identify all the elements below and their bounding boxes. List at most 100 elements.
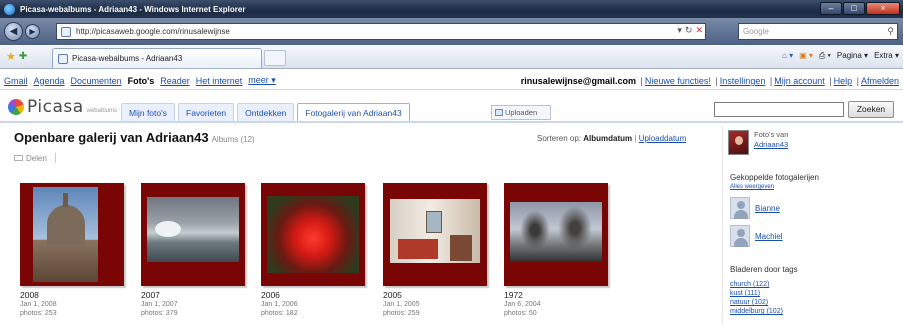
forward-button[interactable]: ▶ [25,24,40,39]
album-date: Jan 1, 2006 [261,301,298,308]
album-name[interactable]: 2006 [261,290,371,300]
avatar[interactable] [728,130,749,155]
browser-tab[interactable]: Picasa-webalbums - Adriaan43 [52,48,262,68]
linked-gallery-name[interactable]: Bianne [755,204,780,213]
favorites-star-icon[interactable]: ★ [6,50,16,63]
album-date: Jan 1, 2007 [141,301,178,308]
close-button[interactable]: × [866,2,900,15]
share-button[interactable]: Delen [14,153,56,163]
minimize-button[interactable]: – [820,2,842,15]
page-menu[interactable]: Pagina ▾ [837,51,868,61]
refresh-icon[interactable]: ↻ [685,25,693,36]
tag-link[interactable]: middelburg (102) [730,307,783,316]
picasa-logo-text: Picasa [27,97,84,117]
address-url[interactable]: http://picasaweb.google.com/rinusalewijn… [76,27,230,36]
tab-my-photos[interactable]: Mijn foto's [121,103,175,122]
search-icon[interactable]: ⚲ [887,24,894,39]
sort-options: Sorteren op: Albumdatum | Uploaddatum [537,134,687,143]
address-toolbar: ◀ ▶ http://picasaweb.google.com/rinusale… [0,18,903,45]
back-button[interactable]: ◀ [4,22,23,41]
new-tab-button[interactable] [264,50,286,66]
picasa-tabs: Mijn foto's Favorieten Ontdekken Fotogal… [121,103,410,122]
album-name[interactable]: 2008 [20,290,130,300]
gallery-title: Openbare galerij van Adriaan43 [14,130,209,145]
album-cover[interactable] [261,183,365,286]
upload-label: Uploaden [505,108,538,117]
tag-link[interactable]: natuur (102) [730,298,783,307]
album-card[interactable]: 2008 Jan 1, 2008 photos: 253 [20,183,130,318]
address-bar[interactable]: http://picasaweb.google.com/rinusalewijn… [56,23,706,40]
tab-gallery[interactable]: Fotogalerij van Adriaan43 [297,103,410,122]
add-favorites-icon[interactable]: ✚ [19,51,27,62]
album-cover[interactable] [20,183,124,286]
stop-icon[interactable]: ✕ [695,25,703,36]
linked-gallery-name[interactable]: Machiel [755,232,783,241]
gbar-link-more[interactable]: meer ▾ [248,75,276,86]
sign-out-link[interactable]: Afmelden [861,76,899,86]
tag-list: church (122) kust (111) natuur (102) mid… [730,280,783,316]
album-photo-count: photos: 50 [504,310,537,317]
tools-menu-label: Extra [874,51,893,60]
gbar-link-internet[interactable]: Het internet [196,76,243,86]
window-title: Picasa-webalbums - Adriaan43 - Windows I… [20,4,246,14]
help-link[interactable]: Help [834,76,853,86]
picasa-search-input[interactable] [714,102,844,117]
tag-link[interactable]: kust (111) [730,289,783,298]
upload-button[interactable]: Uploaden [491,105,551,120]
browser-search-placeholder: Google [743,27,769,36]
home-icon[interactable]: ⌂ ▾ [782,51,793,61]
print-icon[interactable]: ⎙ ▾ [819,51,831,61]
show-all-link[interactable]: Alles weergeven [730,184,774,190]
dropdown-icon[interactable]: ▾ [677,25,682,36]
my-account-link[interactable]: Mijn account [774,76,825,86]
page-icon [61,26,71,37]
window-controls: – □ × [820,2,900,15]
search-button[interactable]: Zoeken [848,101,894,118]
share-label: Delen [26,153,47,163]
picasa-logo-sub: webalbums [86,108,117,114]
person-avatar-icon [730,197,750,219]
album-name[interactable]: 2007 [141,290,251,300]
internet-explorer-icon [4,3,15,15]
album-name[interactable]: 1972 [504,290,614,300]
linked-gallery-item[interactable]: Bianne [730,197,780,219]
window-title-bar: Picasa-webalbums - Adriaan43 - Windows I… [0,0,903,18]
album-card[interactable]: 2005 Jan 1, 2005 photos: 259 [383,183,493,318]
account-links: rinusalewijnse@gmail.com | Nieuwe functie… [520,76,899,86]
album-card[interactable]: 2007 Jan 1, 2007 photos: 379 [141,183,251,318]
gbar-link-agenda[interactable]: Agenda [34,76,65,86]
gbar-link-gmail[interactable]: Gmail [4,76,28,86]
album-cover[interactable] [383,183,487,286]
album-card[interactable]: 1972 Jan 6, 2004 photos: 50 [504,183,614,318]
tags-heading: Bladeren door tags [730,265,798,274]
page-title: Openbare galerij van Adriaan43 Albums (12… [14,130,255,145]
maximize-button[interactable]: □ [843,2,865,15]
tab-title: Picasa-webalbums - Adriaan43 [72,54,183,63]
share-icon [14,155,23,161]
linked-gallery-item[interactable]: Machiel [730,225,783,247]
address-tools: ▾ ↻ ✕ [677,25,703,36]
gbar-link-reader[interactable]: Reader [160,76,190,86]
album-name[interactable]: 2005 [383,290,493,300]
sort-upload-date[interactable]: Uploaddatum [639,134,687,143]
picasa-logo[interactable]: Picasa webalbums [8,97,117,117]
album-card[interactable]: 2006 Jan 1, 2006 photos: 182 [261,183,371,318]
linked-galleries-heading: Gekoppelde fotogalerijen [730,173,819,182]
tools-menu[interactable]: Extra ▾ [874,51,899,61]
browser-search-input[interactable]: Google ⚲ [738,23,898,40]
account-email: rinusalewijnse@gmail.com [520,76,637,86]
person-avatar-icon [730,225,750,247]
tab-favorites[interactable]: Favorieten [178,103,235,122]
feeds-icon[interactable]: ▣ ▾ [799,51,813,61]
gbar-link-photos[interactable]: Foto's [128,76,155,86]
new-features-link[interactable]: Nieuwe functies! [645,76,711,86]
gbar-link-documenten[interactable]: Documenten [71,76,122,86]
tab-explore[interactable]: Ontdekken [237,103,295,122]
album-photo-winter-trees [510,202,602,262]
owner-link[interactable]: Adriaan43 [754,140,788,149]
tag-link[interactable]: church (122) [730,280,783,289]
album-cover[interactable] [141,183,245,286]
album-cover[interactable] [504,183,608,286]
header-divider [0,121,903,123]
settings-link[interactable]: Instellingen [720,76,766,86]
